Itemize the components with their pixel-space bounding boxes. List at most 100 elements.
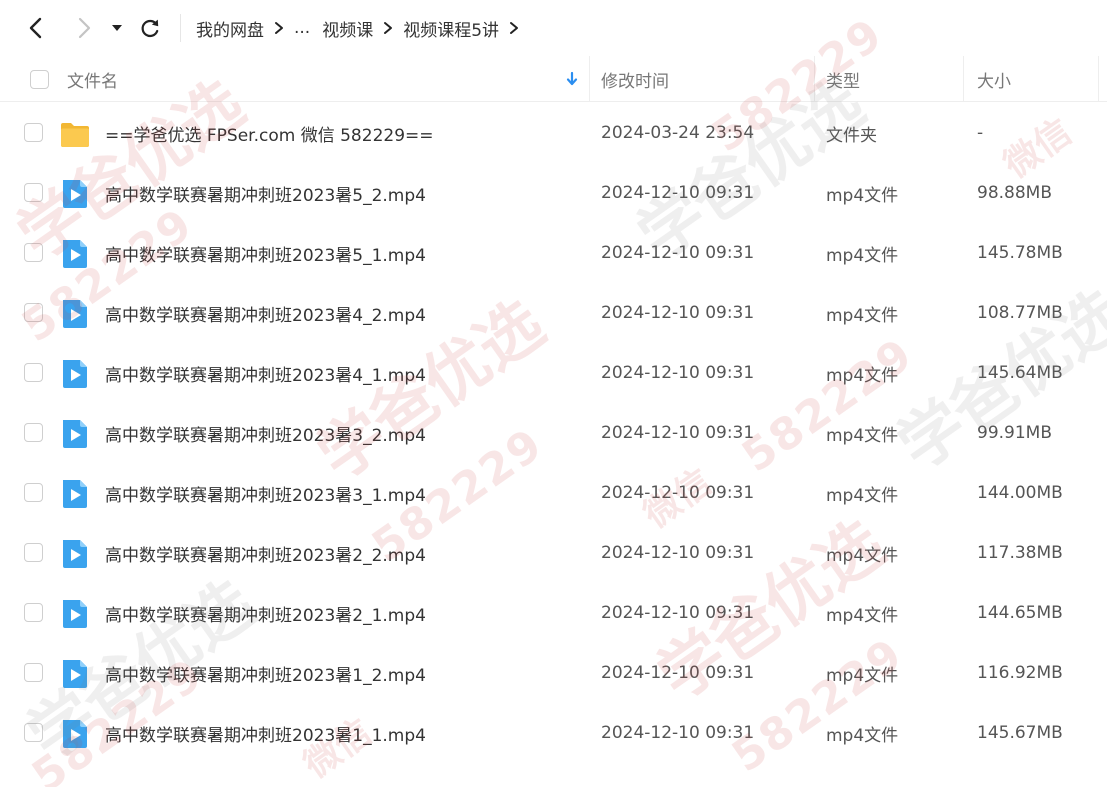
file-name[interactable]: 高中数学联赛暑期冲刺班2023暑4_1.mp4: [105, 343, 426, 403]
file-type: mp4文件: [826, 485, 899, 506]
select-all-checkbox[interactable]: [30, 69, 49, 89]
column-header-type[interactable]: 类型: [826, 56, 860, 102]
column-divider[interactable]: [814, 56, 815, 102]
file-row[interactable]: 高中数学联赛暑期冲刺班2023暑2_2.mp4 2024-12-10 09:31…: [0, 523, 1107, 583]
back-button[interactable]: [20, 12, 52, 44]
file-modified: 2024-12-10 09:31: [601, 303, 755, 323]
chevron-left-icon: [29, 17, 42, 39]
row-checkbox[interactable]: [24, 123, 43, 142]
file-modified: 2024-12-10 09:31: [601, 543, 755, 563]
toolbar-divider: [180, 14, 181, 42]
file-row[interactable]: 高中数学联赛暑期冲刺班2023暑3_1.mp4 2024-12-10 09:31…: [0, 463, 1107, 523]
file-type: mp4文件: [826, 665, 899, 686]
file-type: mp4文件: [826, 545, 899, 566]
file-modified: 2024-12-10 09:31: [601, 663, 755, 683]
column-divider[interactable]: [1098, 56, 1099, 102]
video-file-icon: [63, 180, 87, 208]
chevron-right-icon: [78, 17, 91, 39]
file-row[interactable]: 高中数学联赛暑期冲刺班2023暑1_1.mp4 2024-12-10 09:31…: [0, 703, 1107, 763]
column-header-name[interactable]: 文件名: [67, 56, 118, 102]
file-row[interactable]: 高中数学联赛暑期冲刺班2023暑3_2.mp4 2024-12-10 09:31…: [0, 403, 1107, 463]
breadcrumb-item-ellipsis[interactable]: ...: [294, 18, 310, 38]
row-checkbox[interactable]: [24, 543, 43, 562]
column-header-size[interactable]: 大小: [977, 56, 1011, 102]
row-checkbox[interactable]: [24, 183, 43, 202]
row-checkbox[interactable]: [24, 483, 43, 502]
row-checkbox[interactable]: [24, 663, 43, 682]
file-name[interactable]: 高中数学联赛暑期冲刺班2023暑5_1.mp4: [105, 223, 426, 283]
file-size: 117.38MB: [977, 543, 1063, 563]
video-file-icon: [63, 540, 87, 568]
breadcrumb-item-videos[interactable]: 视频课: [322, 16, 373, 41]
file-modified: 2024-03-24 23:54: [601, 123, 755, 143]
video-file-icon: [63, 660, 87, 688]
file-size: 144.65MB: [977, 603, 1063, 623]
file-name[interactable]: 高中数学联赛暑期冲刺班2023暑1_2.mp4: [105, 643, 426, 703]
video-file-icon: [63, 600, 87, 628]
file-modified: 2024-12-10 09:31: [601, 363, 755, 383]
video-file-icon: [63, 420, 87, 448]
file-type: mp4文件: [826, 605, 899, 626]
breadcrumb-item-current[interactable]: 视频课程5讲: [403, 16, 499, 41]
file-name[interactable]: 高中数学联赛暑期冲刺班2023暑4_2.mp4: [105, 283, 426, 343]
row-checkbox[interactable]: [24, 423, 43, 442]
row-checkbox[interactable]: [24, 363, 43, 382]
file-row[interactable]: 高中数学联赛暑期冲刺班2023暑2_1.mp4 2024-12-10 09:31…: [0, 583, 1107, 643]
history-dropdown-button[interactable]: [104, 12, 130, 44]
file-row[interactable]: 高中数学联赛暑期冲刺班2023暑4_1.mp4 2024-12-10 09:31…: [0, 343, 1107, 403]
file-size: 145.67MB: [977, 723, 1063, 743]
column-divider[interactable]: [963, 56, 964, 102]
refresh-icon: [141, 19, 159, 38]
file-list-header: 文件名 修改时间 类型 大小: [0, 56, 1107, 102]
refresh-button[interactable]: [134, 12, 166, 44]
video-file-icon: [63, 720, 87, 748]
file-name[interactable]: 高中数学联赛暑期冲刺班2023暑5_2.mp4: [105, 163, 426, 223]
file-size: 108.77MB: [977, 303, 1063, 323]
file-name[interactable]: 高中数学联赛暑期冲刺班2023暑2_2.mp4: [105, 523, 426, 583]
file-size: 145.78MB: [977, 243, 1063, 263]
file-size: 144.00MB: [977, 483, 1063, 503]
row-checkbox[interactable]: [24, 303, 43, 322]
file-size: -: [977, 123, 984, 143]
video-file-icon: [63, 300, 87, 328]
file-manager-window: 我的网盘 ... 视频课 视频课程5讲 文件名 修改时间 类型 大小 ==学爸优…: [0, 0, 1107, 787]
file-name[interactable]: 高中数学联赛暑期冲刺班2023暑3_2.mp4: [105, 403, 426, 463]
row-checkbox[interactable]: [24, 243, 43, 262]
file-name[interactable]: ==学爸优选 FPSer.com 微信 582229==: [105, 103, 434, 163]
forward-button[interactable]: [68, 12, 100, 44]
breadcrumb-separator-icon: [373, 18, 403, 38]
file-list: ==学爸优选 FPSer.com 微信 582229== 2024-03-24 …: [0, 103, 1107, 763]
file-name[interactable]: 高中数学联赛暑期冲刺班2023暑1_1.mp4: [105, 703, 426, 763]
file-type: mp4文件: [826, 425, 899, 446]
file-row[interactable]: 高中数学联赛暑期冲刺班2023暑1_2.mp4 2024-12-10 09:31…: [0, 643, 1107, 703]
file-name[interactable]: 高中数学联赛暑期冲刺班2023暑3_1.mp4: [105, 463, 426, 523]
file-type: mp4文件: [826, 725, 899, 746]
file-row[interactable]: 高中数学联赛暑期冲刺班2023暑5_1.mp4 2024-12-10 09:31…: [0, 223, 1107, 283]
row-checkbox[interactable]: [24, 603, 43, 622]
file-name[interactable]: 高中数学联赛暑期冲刺班2023暑2_1.mp4: [105, 583, 426, 643]
video-file-icon: [63, 480, 87, 508]
file-modified: 2024-12-10 09:31: [601, 483, 755, 503]
file-type: mp4文件: [826, 185, 899, 206]
file-type: mp4文件: [826, 245, 899, 266]
file-row[interactable]: 高中数学联赛暑期冲刺班2023暑4_2.mp4 2024-12-10 09:31…: [0, 283, 1107, 343]
navigation-bar: 我的网盘 ... 视频课 视频课程5讲: [0, 0, 1107, 56]
breadcrumb-separator-icon: [499, 18, 529, 38]
column-divider[interactable]: [589, 56, 590, 102]
column-header-modified[interactable]: 修改时间: [601, 56, 669, 102]
file-modified: 2024-12-10 09:31: [601, 423, 755, 443]
breadcrumb-separator-icon: [264, 18, 294, 38]
file-type: mp4文件: [826, 365, 899, 386]
file-modified: 2024-12-10 09:31: [601, 243, 755, 263]
file-size: 116.92MB: [977, 663, 1063, 683]
row-checkbox[interactable]: [24, 723, 43, 742]
folder-icon: [61, 123, 89, 147]
file-type: mp4文件: [826, 305, 899, 326]
file-row-folder[interactable]: ==学爸优选 FPSer.com 微信 582229== 2024-03-24 …: [0, 103, 1107, 163]
breadcrumb-item-root[interactable]: 我的网盘: [196, 16, 264, 41]
sort-arrow-icon[interactable]: [566, 56, 578, 102]
file-type: 文件夹: [826, 125, 877, 146]
select-all-checkbox-cell: [30, 56, 49, 102]
file-row[interactable]: 高中数学联赛暑期冲刺班2023暑5_2.mp4 2024-12-10 09:31…: [0, 163, 1107, 223]
file-size: 145.64MB: [977, 363, 1063, 383]
